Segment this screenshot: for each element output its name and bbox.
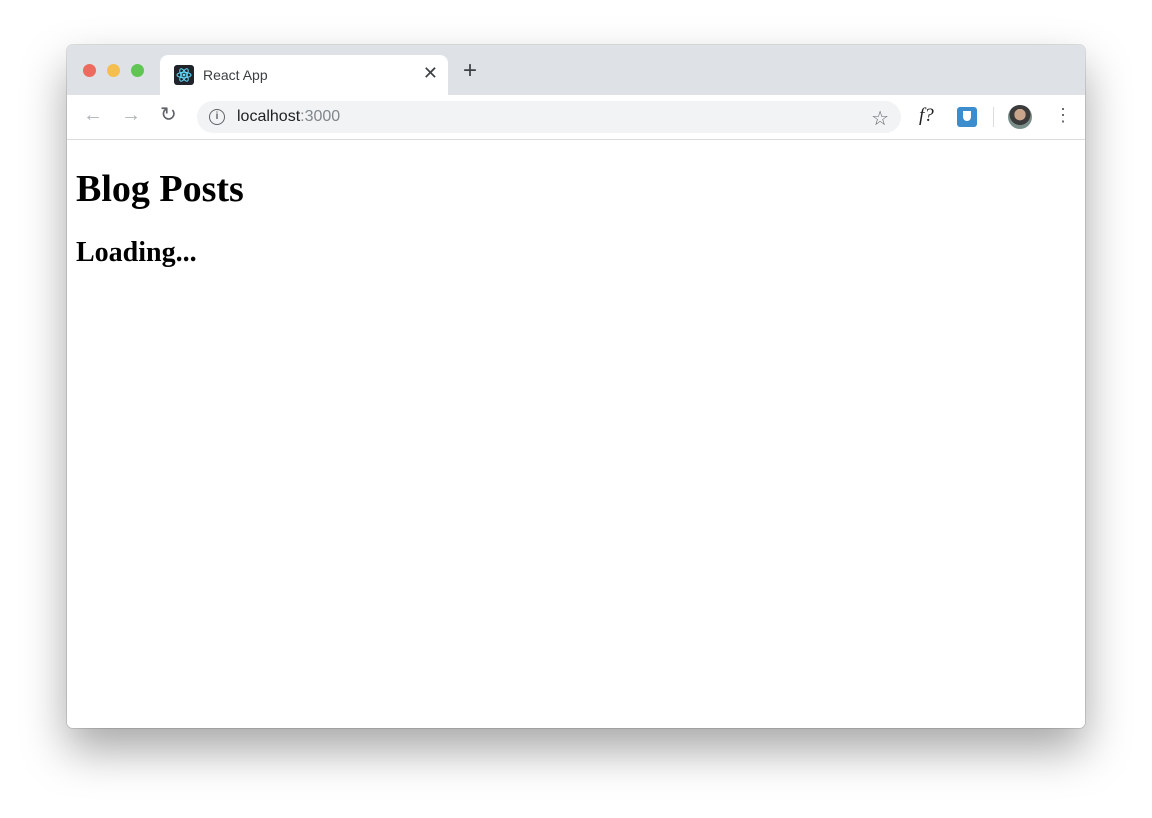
back-arrow-icon[interactable]: ← (83, 105, 103, 125)
tab-close-icon[interactable]: ✕ (423, 63, 438, 84)
bookmark-star-icon[interactable]: ☆ (871, 106, 889, 131)
browser-toolbar: ← → ↻ i localhost:3000 ☆ f? ⋮ (67, 95, 1085, 140)
page-content: Blog Posts Loading... (67, 140, 1085, 728)
window-minimize-button[interactable] (107, 64, 120, 77)
profile-avatar[interactable] (1008, 105, 1032, 129)
window-maximize-button[interactable] (131, 64, 144, 77)
tab-title: React App (203, 67, 268, 83)
tab-react-app[interactable]: React App ✕ (160, 55, 448, 95)
new-tab-button[interactable]: + (463, 59, 477, 83)
kebab-menu-icon[interactable]: ⋮ (1054, 106, 1072, 124)
toolbar-divider (993, 107, 994, 127)
browser-window: React App ✕ + ← → ↻ i localhost:3000 ☆ f… (67, 45, 1085, 728)
window-close-button[interactable] (83, 64, 96, 77)
react-logo-icon (174, 65, 194, 85)
forward-arrow-icon[interactable]: → (121, 105, 141, 125)
extension-f-question-icon[interactable]: f? (919, 105, 934, 127)
url-port: :3000 (300, 108, 341, 125)
reload-icon[interactable]: ↻ (160, 105, 177, 125)
address-bar[interactable]: i localhost:3000 ☆ (197, 101, 901, 133)
tab-strip: React App ✕ + (67, 45, 1085, 95)
page-title: Blog Posts (76, 168, 244, 210)
url-text[interactable]: localhost:3000 (237, 108, 340, 126)
info-icon[interactable]: i (209, 109, 225, 125)
bitwarden-shield-icon[interactable] (957, 107, 977, 127)
loading-status: Loading... (76, 237, 197, 268)
url-host: localhost (237, 108, 301, 125)
